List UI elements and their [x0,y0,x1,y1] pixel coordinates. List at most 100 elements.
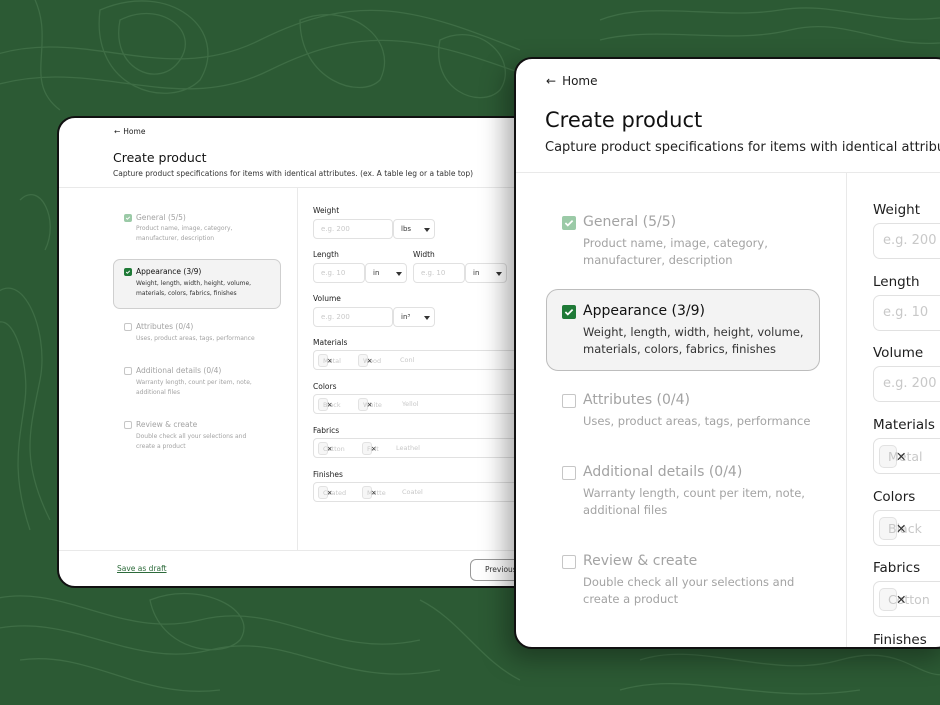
step-appearance-checkbox[interactable] [562,305,576,319]
x-icon[interactable]: ✕ [367,357,372,365]
step-general-desc: manufacturer, description [136,235,215,242]
step-review-checkbox[interactable] [562,555,576,569]
tag-chip: Coated ✕ [318,486,346,499]
step-general-desc: manufacturer, description [583,253,733,267]
step-appearance-desc: materials, colors, fabrics, finishes [583,342,776,356]
arrow-left-icon: ← [546,74,557,88]
step-review-checkbox[interactable] [124,421,132,429]
x-icon[interactable]: ✕ [896,449,906,464]
product-form-window-front: ← Home Create product Capture product sp… [514,57,940,649]
column-divider [297,187,298,550]
step-review-desc: Double check all your selections and [136,433,247,440]
step-general-checkbox[interactable] [562,216,576,230]
step-appearance-checkbox[interactable] [124,268,132,276]
step-attributes-desc: Uses, product areas, tags, performance [136,335,255,342]
length-input[interactable]: e.g. 10 [313,263,365,283]
home-link[interactable]: ← Home [546,74,598,88]
volume-input[interactable]: e.g. 200 [873,366,940,402]
weight-input[interactable]: e.g. 200 [873,223,940,259]
step-review-desc: create a product [583,592,679,606]
column-divider [846,172,847,647]
x-icon[interactable]: ✕ [327,401,332,409]
step-additional-details-desc: additional files [583,503,668,517]
step-additional-details-desc: Warranty length, count per item, note, [583,486,805,500]
materials-label: Materials [873,417,935,433]
fabrics-tag-input[interactable]: Cotton ✕ [873,581,940,617]
x-icon[interactable]: ✕ [327,489,332,497]
tag-chip: White ✕ [358,398,382,411]
step-general-desc: Product name, image, category, [583,236,768,250]
step-attributes-checkbox[interactable] [124,323,132,331]
width-label: Width [413,250,435,259]
step-general-title: General (5/5) [136,213,186,222]
colors-tag-input[interactable]: Black ✕ [873,510,940,546]
chevron-down-icon [424,316,430,320]
volume-unit-select[interactable]: in³ [393,307,435,327]
tag-chip: Cotton ✕ [318,442,345,455]
fabrics-label: Fabrics [313,426,340,435]
save-draft-link[interactable]: Save as draft [117,564,167,573]
materials-label: Materials [313,338,348,347]
tag-chip: Wood ✕ [358,354,381,367]
step-attributes-title: Attributes (0/4) [136,322,194,331]
step-review-desc: Double check all your selections and [583,575,795,589]
volume-label: Volume [313,294,341,303]
home-link[interactable]: ← Home [114,127,145,136]
x-icon[interactable]: ✕ [327,445,332,453]
step-appearance-desc: materials, colors, fabrics, finishes [136,290,237,297]
step-attributes-desc: Uses, product areas, tags, performance [583,414,811,428]
volume-input[interactable]: e.g. 200 [313,307,393,327]
length-input[interactable]: e.g. 10 [873,295,940,331]
step-appearance-desc: Weight, length, width, height, volume, [136,280,252,287]
step-attributes-checkbox[interactable] [562,394,576,408]
step-additional-details-checkbox[interactable] [562,466,576,480]
step-general-title: General (5/5) [583,214,677,230]
finishes-label: Finishes [313,470,343,479]
volume-label: Volume [873,345,924,361]
tag-chip: Metal ✕ [879,445,923,468]
length-label: Length [313,250,339,259]
tag-chip: Cotton ✕ [879,588,930,611]
weight-input[interactable]: e.g. 200 [313,219,393,239]
chevron-down-icon [424,228,430,232]
page-title: Create product [545,108,703,132]
tag-chip: Felt ✕ [362,442,379,455]
weight-label: Weight [873,202,921,218]
step-general-checkbox[interactable] [124,214,132,222]
x-icon[interactable]: ✕ [367,401,372,409]
step-attributes-title: Attributes (0/4) [583,392,691,408]
colors-label: Colors [873,489,916,505]
header-divider [59,187,575,188]
step-additional-details-checkbox[interactable] [124,367,132,375]
step-review-title: Review & create [136,420,198,429]
footer-divider [59,550,575,551]
x-icon[interactable]: ✕ [327,357,332,365]
x-icon[interactable]: ✕ [371,489,376,497]
x-icon[interactable]: ✕ [896,521,906,536]
length-unit-select[interactable]: in [365,263,407,283]
x-icon[interactable]: ✕ [896,592,906,607]
width-input[interactable]: e.g. 10 [413,263,465,283]
step-additional-details-title: Additional details (0/4) [136,366,222,375]
step-additional-details-title: Additional details (0/4) [583,464,743,480]
materials-tag-input[interactable]: Metal ✕ [873,438,940,474]
x-icon[interactable]: ✕ [371,445,376,453]
colors-label: Colors [313,382,337,391]
step-additional-details-desc: Warranty length, count per item, note, [136,379,252,386]
step-appearance-desc: Weight, length, width, height, volume, [583,325,804,339]
page-title: Create product [113,150,207,165]
step-appearance-title: Appearance (3/9) [136,267,202,276]
tag-chip: Black ✕ [879,517,922,540]
step-review-title: Review & create [583,553,698,569]
arrow-left-icon: ← [114,127,121,136]
width-unit-select[interactable]: in [465,263,507,283]
page-subtitle: Capture product specifications for items… [113,169,474,178]
chevron-down-icon [396,272,402,276]
step-additional-details-desc: additional files [136,389,180,396]
step-general-desc: Product name, image, category, [136,225,233,232]
step-review-desc: create a product [136,443,186,450]
page-subtitle: Capture product specifications for items… [545,140,940,155]
finishes-label: Finishes [873,632,927,648]
length-label: Length [873,274,920,290]
weight-unit-select[interactable]: lbs [393,219,435,239]
